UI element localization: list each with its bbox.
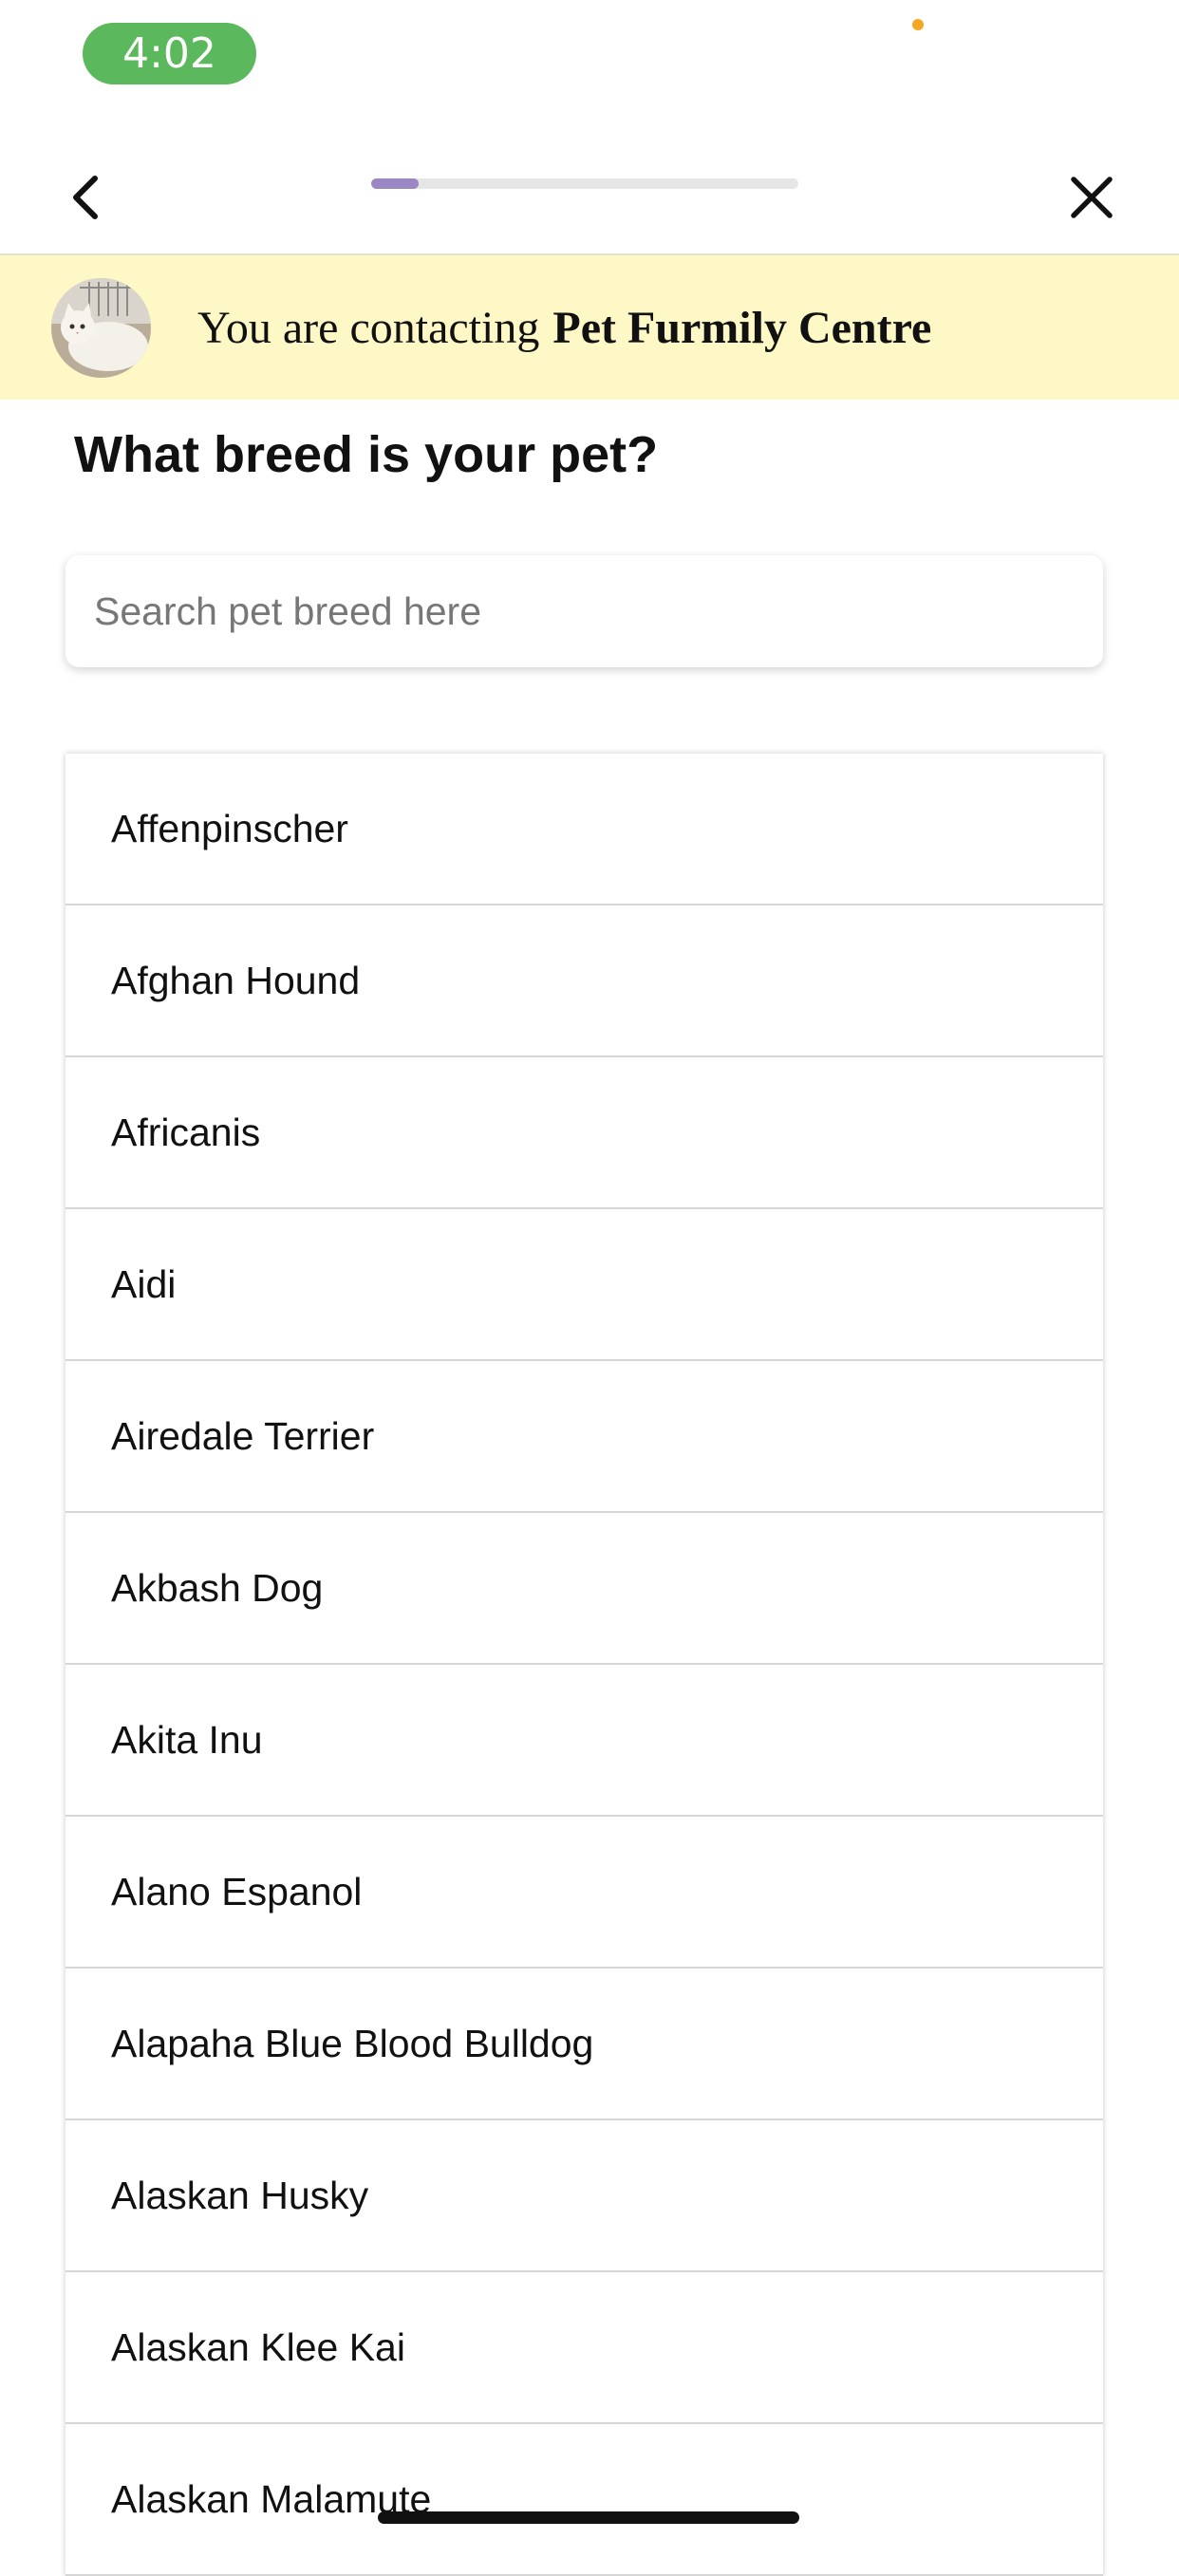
list-item[interactable]: Alano Espanol (66, 1817, 1103, 1969)
breed-list: Affenpinscher Afghan Hound Africanis Aidi Ai… (66, 754, 1103, 2576)
list-item[interactable]: Akita Inu (66, 1665, 1103, 1817)
list-item[interactable]: Airedale Terrier (66, 1361, 1103, 1513)
breed-label: Alaskan Husky (111, 2173, 369, 2217)
back-button[interactable] (55, 167, 116, 228)
breed-label: Alano Espanol (111, 1869, 363, 1913)
list-item[interactable]: Affenpinscher (66, 754, 1103, 905)
list-item[interactable]: Alaskan Malamute (66, 2424, 1103, 2576)
list-item[interactable]: Aidi (66, 1209, 1103, 1361)
list-item[interactable]: Afghan Hound (66, 905, 1103, 1057)
breed-label: Akbash Dog (111, 1565, 324, 1610)
banner-prefix: You are contacting (197, 302, 540, 353)
close-button[interactable] (1061, 167, 1122, 228)
clinic-avatar (51, 278, 151, 378)
close-icon (1071, 177, 1113, 218)
list-item[interactable]: Alaskan Klee Kai (66, 2272, 1103, 2424)
breed-label: Aidi (111, 1261, 177, 1306)
privacy-indicator-dot (912, 19, 924, 30)
list-item[interactable]: Akbash Dog (66, 1513, 1103, 1665)
breed-label: Airedale Terrier (111, 1413, 375, 1458)
breed-label: Alapaha Blue Blood Bulldog (111, 2021, 594, 2065)
banner-message: You are contacting Pet Furmily Centre (197, 255, 931, 400)
breed-label: Affenpinscher (111, 806, 348, 850)
progress-bar (371, 178, 798, 189)
clinic-banner: You are contacting Pet Furmily Centre (0, 255, 1179, 400)
breed-label: Akita Inu (111, 1717, 263, 1762)
progress-fill (371, 178, 419, 189)
search-box (66, 555, 1103, 667)
chevron-left-icon (73, 176, 98, 219)
home-indicator (378, 2511, 799, 2524)
breed-label: Alaskan Klee Kai (111, 2324, 405, 2369)
breed-label: Afghan Hound (111, 958, 361, 1002)
list-item[interactable]: Africanis (66, 1057, 1103, 1209)
status-bar: 4:02 (0, 0, 1179, 104)
page-title: What breed is your pet? (74, 426, 659, 483)
list-item[interactable]: Alaskan Husky (66, 2120, 1103, 2272)
status-time: 4:02 (83, 23, 256, 84)
list-item[interactable]: Alapaha Blue Blood Bulldog (66, 1969, 1103, 2120)
nav-bar (0, 142, 1179, 254)
breed-label: Africanis (111, 1110, 261, 1154)
search-input[interactable] (94, 555, 1072, 667)
clinic-name: Pet Furmily Centre (552, 302, 932, 353)
